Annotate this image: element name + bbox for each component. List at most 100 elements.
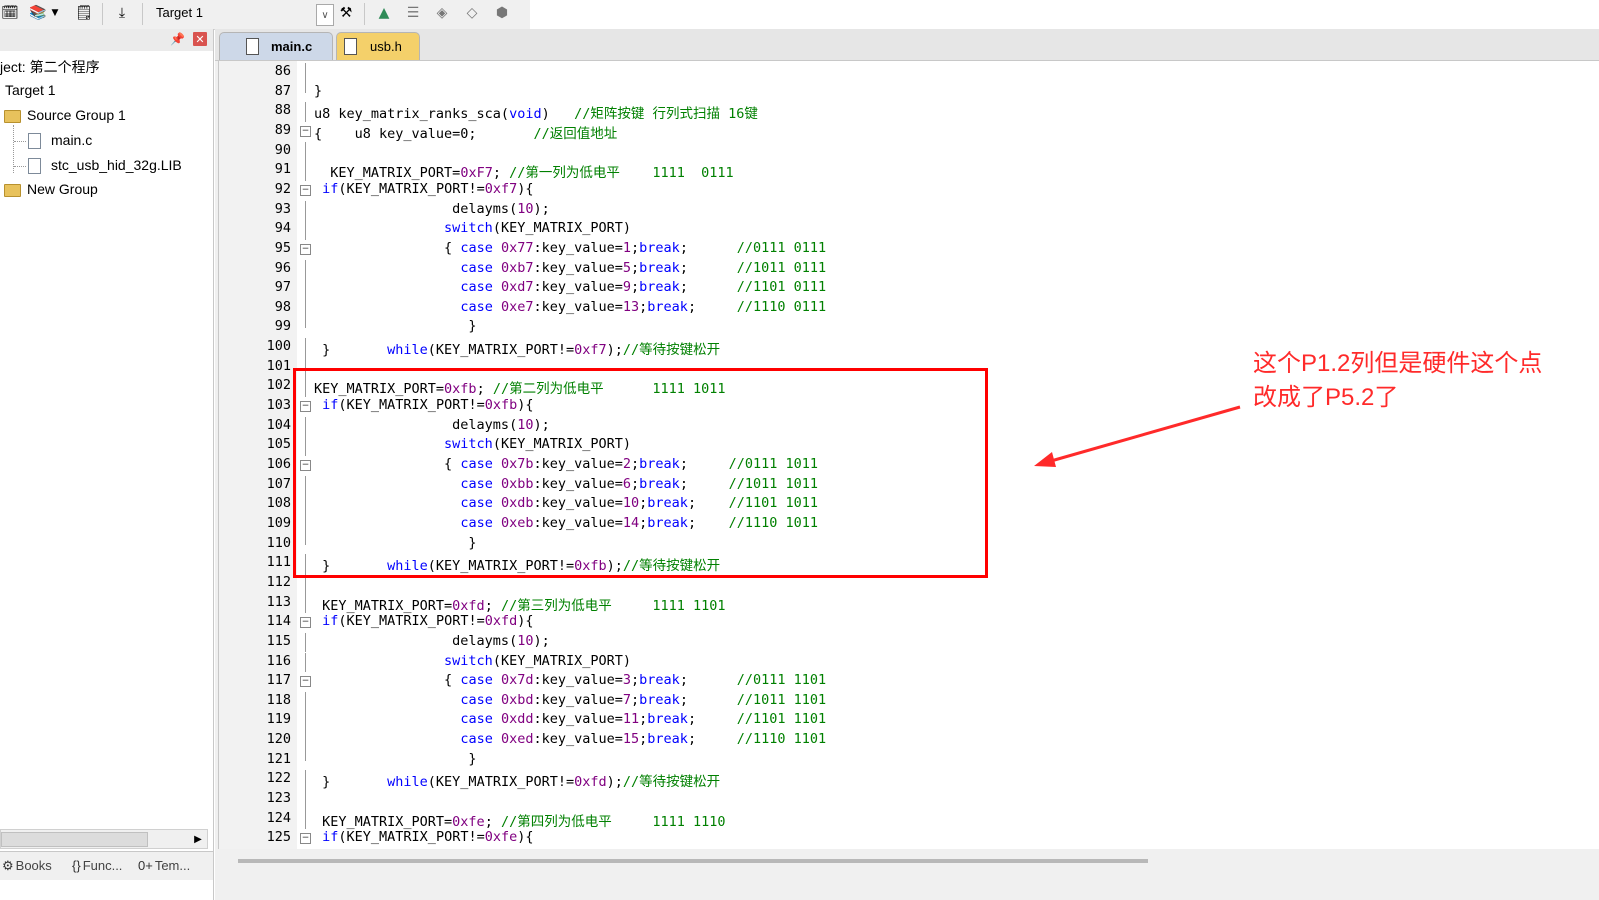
pack-manager-icon[interactable]: ⬢ bbox=[492, 3, 512, 23]
editor-horizontal-scrollbar[interactable] bbox=[218, 855, 1599, 869]
code-line[interactable]: delayms(10); bbox=[314, 417, 550, 433]
line-number: 113 bbox=[266, 593, 291, 610]
code-keyword: case bbox=[460, 672, 493, 689]
select-packs-icon[interactable]: ☰ bbox=[403, 3, 423, 23]
code-line[interactable]: case 0xb7:key_value=5;break; //1011 0111 bbox=[314, 260, 826, 276]
code-token: ){ bbox=[517, 613, 534, 630]
tree-project-root[interactable]: ject: 第二个程序 bbox=[0, 57, 100, 77]
code-line[interactable]: } while(KEY_MATRIX_PORT!=0xfb);//等待按键松开 bbox=[314, 554, 720, 574]
fold-toggle-icon[interactable]: − bbox=[300, 401, 311, 413]
code-line[interactable]: if(KEY_MATRIX_PORT!=0xfd){ bbox=[314, 613, 534, 630]
tree-file-main[interactable]: main.c bbox=[28, 132, 92, 150]
code-line[interactable]: switch(KEY_MATRIX_PORT) bbox=[314, 220, 631, 236]
tab-templates[interactable]: 0+ Tem... bbox=[138, 858, 190, 873]
code-line[interactable]: } bbox=[314, 318, 476, 334]
download-icon[interactable]: ⤓ bbox=[112, 3, 132, 23]
scrollbar-thumb[interactable] bbox=[1, 832, 148, 847]
annotation-text: 这个P1.2列但是硬件这个点 改成了P5.2了 bbox=[1253, 347, 1593, 415]
code-line[interactable]: KEY_MATRIX_PORT=0xfd; //第三列为低电平 1111 110… bbox=[314, 594, 725, 614]
code-line[interactable]: } while(KEY_MATRIX_PORT!=0xfd);//等待按键松开 bbox=[314, 770, 720, 790]
code-line[interactable]: case 0xeb:key_value=14;break; //1110 101… bbox=[314, 515, 818, 531]
code-line[interactable]: switch(KEY_MATRIX_PORT) bbox=[314, 436, 631, 452]
fold-toggle-icon[interactable]: − bbox=[300, 460, 311, 471]
tree-source-group[interactable]: Source Group 1 bbox=[4, 107, 126, 123]
code-token: :key_value= bbox=[533, 514, 623, 531]
tab-books[interactable]: ⚙ Books bbox=[2, 858, 52, 874]
code-number: 10 bbox=[622, 495, 640, 512]
code-line[interactable]: if(KEY_MATRIX_PORT!=0xfe){ bbox=[314, 829, 533, 846]
code-token: KEY_MATRIX_PORT= bbox=[314, 813, 453, 830]
event-recorder-icon[interactable]: ◇ bbox=[462, 3, 482, 23]
manage-components-icon[interactable]: ▲ bbox=[374, 3, 394, 23]
scroll-right-icon[interactable]: ▶ bbox=[189, 830, 207, 848]
code-token: u8 key_matrix_ranks_sca( bbox=[314, 106, 510, 123]
code-line[interactable]: case 0xbb:key_value=6;break; //1011 1011 bbox=[314, 476, 818, 492]
code-line[interactable]: case 0xdb:key_value=10;break; //1101 101… bbox=[314, 495, 818, 511]
tab-usb-h[interactable]: usb.h bbox=[336, 32, 420, 60]
pin-icon[interactable]: 📌 bbox=[170, 32, 185, 46]
code-line[interactable]: KEY_MATRIX_PORT=0xfe; //第四列为低电平 1111 111… bbox=[314, 810, 725, 830]
target-select-value[interactable]: Target 1 bbox=[156, 5, 203, 20]
code-line[interactable]: KEY_MATRIX_PORT=0xF7; //第一列为低电平 1111 011… bbox=[314, 161, 733, 182]
fold-toggle-icon[interactable]: − bbox=[300, 676, 311, 688]
code-line[interactable]: case 0xed:key_value=15;break; //1110 110… bbox=[314, 731, 826, 747]
tree-file-lib[interactable]: stc_usb_hid_32g.LIB bbox=[28, 157, 182, 175]
code-line[interactable]: { case 0x77:key_value=1;break; //0111 01… bbox=[314, 240, 826, 256]
code-number: 0xdb bbox=[500, 495, 534, 512]
code-line[interactable]: { u8 key_value=0; //返回值地址 bbox=[314, 122, 617, 142]
code-line[interactable]: } bbox=[314, 535, 476, 551]
tree-new-group[interactable]: New Group bbox=[4, 181, 98, 197]
tree-target[interactable]: Target 1 bbox=[5, 82, 56, 98]
fold-guide-line bbox=[305, 102, 306, 122]
code-line[interactable]: { case 0x7d:key_value=3;break; //0111 11… bbox=[314, 672, 826, 688]
options-for-target-icon[interactable]: ⚒ bbox=[336, 3, 356, 23]
fold-toggle-icon[interactable]: − bbox=[300, 125, 311, 137]
code-line[interactable]: } bbox=[314, 751, 476, 767]
code-number: 0xfe bbox=[484, 829, 518, 846]
chevron-down-icon[interactable]: ▼ bbox=[50, 3, 60, 23]
code-token: ; bbox=[687, 298, 737, 315]
tree-new-group-label: New Group bbox=[27, 181, 98, 197]
code-line[interactable]: if(KEY_MATRIX_PORT!=0xf7){ bbox=[314, 181, 533, 197]
code-line[interactable]: if(KEY_MATRIX_PORT!=0xfb){ bbox=[314, 397, 533, 413]
fold-toggle-icon[interactable]: − bbox=[300, 617, 311, 629]
code-line[interactable]: { case 0x7b:key_value=2;break; //0111 10… bbox=[314, 456, 818, 472]
code-line[interactable]: case 0xbd:key_value=7;break; //1011 1101 bbox=[314, 692, 826, 708]
project-panel: 📌 ✕ ject: 第二个程序 Target 1 Source Group 1 … bbox=[0, 29, 214, 900]
close-icon[interactable]: ✕ bbox=[193, 32, 207, 46]
code-line[interactable]: } while(KEY_MATRIX_PORT!=0xf7);//等待按键松开 bbox=[314, 338, 720, 358]
tab-usb-h-label: usb.h bbox=[370, 39, 402, 54]
fold-toggle-icon[interactable]: − bbox=[300, 833, 311, 845]
code-token: KEY_MATRIX_PORT= bbox=[314, 165, 461, 182]
code-line[interactable]: delayms(10); bbox=[314, 633, 550, 649]
code-editor[interactable]: 86 87} 88 u8 key_matrix_ranks_sca(void) //矩… bbox=[218, 61, 1599, 849]
build-target-icon[interactable]: 🗓 bbox=[0, 3, 20, 23]
target-dropdown-button[interactable]: ∨ bbox=[316, 4, 334, 26]
code-line[interactable]: switch(KEY_MATRIX_PORT) bbox=[314, 653, 631, 669]
code-line[interactable]: case 0xd7:key_value=9;break; //1101 0111 bbox=[314, 279, 826, 295]
tab-main-c[interactable]: main.c bbox=[219, 32, 333, 60]
scrollbar-thumb[interactable] bbox=[238, 859, 1148, 863]
fold-toggle-icon[interactable]: − bbox=[300, 243, 311, 255]
code-line[interactable]: case 0xe7:key_value=13;break; //1110 011… bbox=[314, 299, 826, 315]
code-line[interactable]: } bbox=[314, 83, 322, 99]
code-line[interactable]: delayms(10); bbox=[314, 201, 550, 217]
code-token: ; bbox=[679, 691, 737, 708]
tab-functions[interactable]: {} Func... bbox=[72, 858, 122, 873]
code-line[interactable]: u8 key_matrix_ranks_sca(void) //矩阵按键 行列式… bbox=[314, 102, 758, 122]
code-number: 10 bbox=[517, 200, 534, 217]
code-token: ; bbox=[484, 597, 501, 614]
translate-icon[interactable]: 🗒 bbox=[74, 3, 94, 23]
code-number: 1 bbox=[622, 239, 632, 256]
batch-build-icon[interactable]: 📚 bbox=[28, 3, 48, 23]
pack-installer-icon[interactable]: ◈ bbox=[432, 3, 452, 23]
fold-toggle-icon[interactable]: − bbox=[300, 184, 311, 196]
project-horizontal-scrollbar[interactable]: ▶ bbox=[0, 829, 208, 849]
code-number: 0xdd bbox=[500, 711, 534, 728]
code-line[interactable]: KEY_MATRIX_PORT=0xfb; //第二列为低电平 1111 101… bbox=[314, 377, 726, 397]
code-line[interactable]: case 0xdd:key_value=11;break; //1101 110… bbox=[314, 711, 826, 727]
